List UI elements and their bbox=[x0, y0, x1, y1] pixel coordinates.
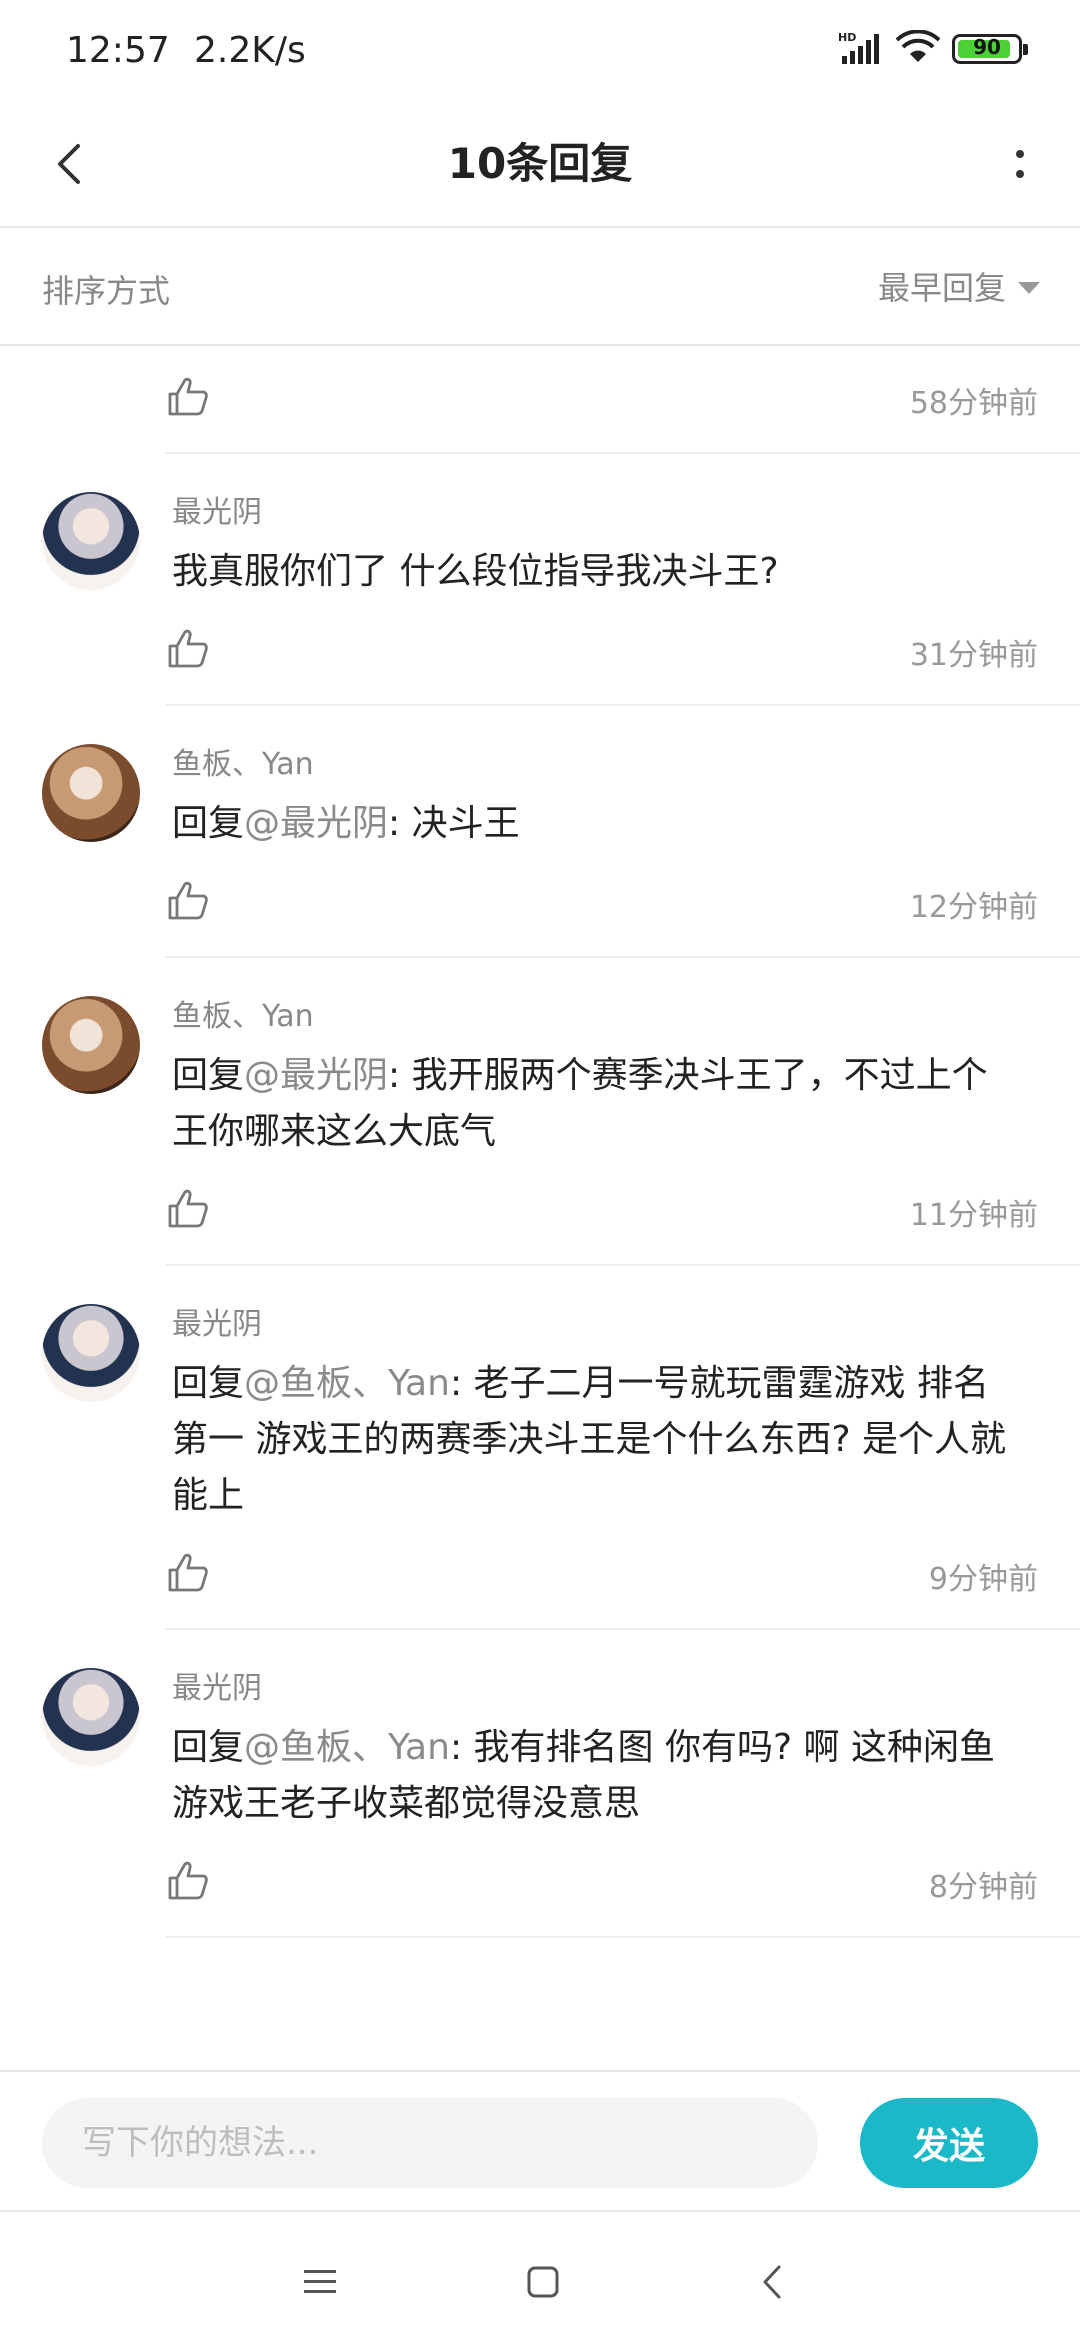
reply-list[interactable]: 58分钟前 最光阴 我真服你们了 什么段位指导我决斗王? 31分钟前 鱼板、Yan 回复… bbox=[0, 348, 1080, 2070]
more-button[interactable] bbox=[990, 130, 1050, 198]
sort-label: 排序方式 bbox=[42, 272, 171, 310]
thumbs-up-icon[interactable] bbox=[166, 374, 210, 418]
reply-author[interactable]: 鱼板、Yan bbox=[172, 736, 520, 794]
comments-container: 最光阴 我真服你们了 什么段位指导我决斗王? 31分钟前 鱼板、Yan 回复@最光阴: … bbox=[0, 454, 1080, 1938]
home-square-icon bbox=[527, 2266, 559, 2298]
reply-time: 58分钟前 bbox=[909, 386, 1038, 421]
reply-actions: 8分钟前 bbox=[166, 1832, 1080, 1938]
avatar[interactable] bbox=[42, 1668, 140, 1766]
thumbs-up-icon[interactable] bbox=[166, 1186, 210, 1230]
reply-prefix: 回复 bbox=[172, 803, 245, 844]
reply-time: 31分钟前 bbox=[909, 638, 1038, 673]
reply-item[interactable]: 最光阴 回复@鱼板、Yan: 老子二月一号就玩雷霆游戏 排名第一 游戏王的两赛季决… bbox=[0, 1266, 1080, 1630]
reply-item[interactable]: 最光阴我真服你们了 什么段位指导我决斗王? 31分钟前 bbox=[0, 454, 1080, 706]
reply-actions: 9分钟前 bbox=[166, 1524, 1080, 1630]
nav-menu-button[interactable] bbox=[290, 2252, 350, 2312]
reply-input-bar: 发送 bbox=[0, 2070, 1080, 2210]
back-triangle-icon bbox=[763, 2265, 781, 2299]
avatar[interactable] bbox=[42, 996, 140, 1094]
reply-main: 鱼板、Yan 回复@最光阴: 我开服两个赛季决斗王了，不过上个王你哪来这么大底气 bbox=[0, 988, 1080, 1160]
reply-main: 最光阴 回复@鱼板、Yan: 我有排名图 你有吗? 啊 这种闲鱼游戏王老子收菜都觉… bbox=[0, 1660, 1080, 1832]
system-nav-bar bbox=[0, 2210, 1080, 2340]
reply-body: 最光阴 回复@鱼板、Yan: 老子二月一号就玩雷霆游戏 排名第一 游戏王的两赛季决… bbox=[172, 1296, 1080, 1524]
reply-item[interactable]: 鱼板、Yan 回复@最光阴: 决斗王 12分钟前 bbox=[0, 706, 1080, 958]
thumbs-up-icon[interactable] bbox=[166, 1858, 210, 1902]
reply-content: 我真服你们了 什么段位指导我决斗王? bbox=[172, 544, 779, 600]
sort-dropdown[interactable]: 最早回复 bbox=[878, 258, 1040, 314]
reply-body: 最光阴 回复@鱼板、Yan: 我有排名图 你有吗? 啊 这种闲鱼游戏王老子收菜都觉… bbox=[172, 1660, 1080, 1832]
reply-item[interactable]: 最光阴 回复@鱼板、Yan: 我有排名图 你有吗? 啊 这种闲鱼游戏王老子收菜都觉… bbox=[0, 1630, 1080, 1938]
chevron-left-icon bbox=[58, 144, 80, 184]
reply-prefix: 回复 bbox=[172, 1055, 245, 1096]
sort-selected-value: 最早回复 bbox=[877, 269, 1006, 307]
reply-body: 鱼板、Yan 回复@最光阴: 决斗王 bbox=[172, 736, 580, 852]
reply-actions: 11分钟前 bbox=[166, 1160, 1080, 1266]
reply-time: 11分钟前 bbox=[909, 1198, 1038, 1233]
reply-text: : 决斗王 bbox=[388, 803, 520, 844]
reply-mention[interactable]: @最光阴 bbox=[244, 1055, 388, 1096]
reply-text: 我真服你们了 什么段位指导我决斗王? bbox=[172, 551, 779, 592]
reply-main: 鱼板、Yan 回复@最光阴: 决斗王 bbox=[0, 736, 1080, 852]
nav-home-button[interactable] bbox=[513, 2252, 573, 2312]
battery-nub bbox=[1023, 44, 1028, 55]
reply-actions: 12分钟前 bbox=[166, 852, 1080, 958]
reply-main: 最光阴 回复@鱼板、Yan: 老子二月一号就玩雷霆游戏 排名第一 游戏王的两赛季决… bbox=[0, 1296, 1080, 1524]
reply-time: 12分钟前 bbox=[909, 890, 1038, 925]
reply-mention[interactable]: @鱼板、Yan bbox=[244, 1363, 450, 1404]
wifi-icon bbox=[896, 30, 940, 62]
more-vertical-icon bbox=[1016, 170, 1024, 178]
reply-prefix: 回复 bbox=[172, 1727, 245, 1768]
reply-content: 回复@鱼板、Yan: 老子二月一号就玩雷霆游戏 排名第一 游戏王的两赛季决斗王是… bbox=[172, 1356, 1020, 1524]
reply-content: 回复@最光阴: 决斗王 bbox=[172, 796, 520, 852]
more-vertical-icon bbox=[1016, 150, 1024, 158]
reply-time: 9分钟前 bbox=[928, 1562, 1038, 1597]
page-title: 10条回复 bbox=[447, 139, 633, 188]
reply-main: 最光阴我真服你们了 什么段位指导我决斗王? bbox=[0, 484, 1080, 600]
battery-percent: 90 bbox=[973, 35, 1001, 59]
caret-down-icon bbox=[1018, 282, 1040, 294]
reply-prefix: 回复 bbox=[172, 1363, 245, 1404]
hd-signal-icon: HD bbox=[838, 31, 879, 64]
reply-actions: 58分钟前 bbox=[166, 348, 1080, 454]
reply-actions: 31分钟前 bbox=[166, 600, 1080, 706]
reply-item[interactable]: 鱼板、Yan 回复@最光阴: 我开服两个赛季决斗王了，不过上个王你哪来这么大底气 1… bbox=[0, 958, 1080, 1266]
battery-icon: 90 bbox=[952, 34, 1028, 64]
send-button[interactable]: 发送 bbox=[860, 2098, 1038, 2188]
avatar[interactable] bbox=[42, 492, 140, 590]
reply-content: 回复@鱼板、Yan: 我有排名图 你有吗? 啊 这种闲鱼游戏王老子收菜都觉得没意… bbox=[172, 1720, 1020, 1832]
reply-author[interactable]: 鱼板、Yan bbox=[172, 988, 1020, 1046]
reply-mention[interactable]: @鱼板、Yan bbox=[244, 1727, 450, 1768]
avatar[interactable] bbox=[42, 1304, 140, 1402]
app-header: 10条回复 bbox=[0, 100, 1080, 228]
thumbs-up-icon[interactable] bbox=[166, 626, 210, 670]
avatar[interactable] bbox=[42, 744, 140, 842]
reply-body: 鱼板、Yan 回复@最光阴: 我开服两个赛季决斗王了，不过上个王你哪来这么大底气 bbox=[172, 988, 1080, 1160]
status-time: 12:57 bbox=[66, 30, 170, 71]
thumbs-up-icon[interactable] bbox=[166, 878, 210, 922]
back-button[interactable] bbox=[30, 120, 110, 208]
reply-author[interactable]: 最光阴 bbox=[172, 484, 779, 542]
menu-icon bbox=[304, 2270, 336, 2293]
svg-text:HD: HD bbox=[838, 31, 856, 44]
reply-mention[interactable]: @最光阴 bbox=[244, 803, 388, 844]
reply-body: 最光阴我真服你们了 什么段位指导我决斗王? bbox=[172, 484, 839, 600]
reply-author[interactable]: 最光阴 bbox=[172, 1296, 1020, 1354]
thumbs-up-icon[interactable] bbox=[166, 1550, 210, 1594]
nav-back-button[interactable] bbox=[742, 2252, 802, 2312]
reply-content: 回复@最光阴: 我开服两个赛季决斗王了，不过上个王你哪来这么大底气 bbox=[172, 1048, 1020, 1160]
sort-bar: 排序方式 最早回复 bbox=[0, 228, 1080, 346]
reply-time: 8分钟前 bbox=[928, 1870, 1038, 1905]
status-net-speed: 2.2K/s bbox=[194, 30, 306, 71]
status-bar: 12:57 2.2K/s HD 90 bbox=[0, 0, 1080, 100]
reply-input[interactable] bbox=[42, 2098, 818, 2188]
reply-author[interactable]: 最光阴 bbox=[172, 1660, 1020, 1718]
